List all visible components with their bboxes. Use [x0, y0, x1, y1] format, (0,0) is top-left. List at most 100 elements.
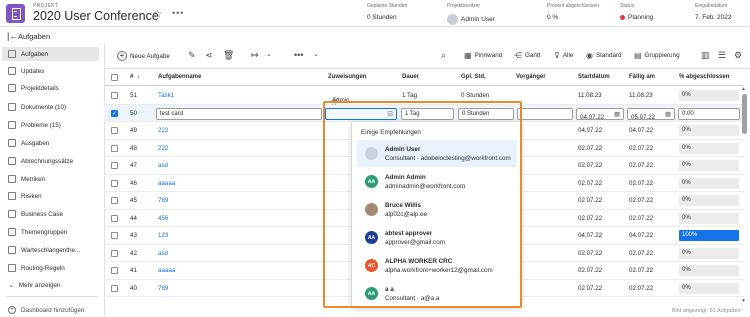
col-percent[interactable]: % abgeschlossen — [679, 74, 729, 80]
share-icon[interactable]: ⋖ — [205, 50, 213, 61]
due-date-input[interactable]: 05.07.22 ▦ — [627, 107, 675, 121]
sidebar-item-business-case[interactable]: Business Case — [2, 207, 99, 221]
task-link[interactable]: 789 — [158, 197, 168, 204]
edit-icon[interactable]: ✎ — [188, 50, 196, 61]
task-link[interactable]: aaaaa — [158, 180, 175, 187]
start-date-input[interactable]: 04.07.22 ▦ — [576, 107, 624, 121]
duration-input[interactable]: 1 Tag — [401, 107, 454, 120]
col-start[interactable]: Startdatum — [578, 74, 610, 80]
sidebar-item-probleme[interactable]: Probleme (15) — [2, 118, 99, 132]
row-checkbox[interactable] — [111, 179, 118, 187]
columns-icon[interactable]: ▥ — [701, 50, 710, 61]
sidebar-item-metriken[interactable]: Metriken — [2, 172, 99, 186]
task-link[interactable]: 789 — [158, 285, 168, 292]
sidebar-item-updates[interactable]: Updates — [2, 64, 99, 78]
scroll-up-icon[interactable]: ▲ — [741, 86, 746, 92]
suggestion-option[interactable]: AA abtest approver approver@gmail.com — [357, 224, 517, 251]
meta-owner[interactable]: Projektbesitzer Admin User — [447, 3, 495, 25]
select-all-checkbox[interactable] — [111, 74, 118, 81]
scroll-thumb[interactable] — [742, 94, 747, 134]
move-icon[interactable]: ↦ — [251, 50, 259, 61]
percent-field[interactable]: 0% — [679, 282, 739, 294]
list-icon[interactable]: ☰ — [718, 50, 726, 61]
sidebar-item-abrechnungssaetze[interactable]: Abrechnungssätze — [2, 154, 99, 168]
task-link[interactable]: asd — [158, 162, 168, 169]
percent-field[interactable]: 0% — [679, 195, 739, 206]
percent-field[interactable]: 0% — [679, 212, 739, 224]
more-options-icon[interactable]: ••• — [172, 8, 184, 18]
more-options-icon[interactable]: ••• — [294, 50, 303, 60]
task-link[interactable]: 222 — [158, 145, 168, 152]
percent-field[interactable]: 100% — [679, 230, 739, 241]
sidebar-item-themengruppen[interactable]: Themengruppen — [2, 225, 99, 239]
col-predecessor[interactable]: Vorgänger — [516, 74, 546, 80]
star-icon[interactable]: ☆ — [152, 7, 163, 21]
gantt-button[interactable]: ⋲ Gantt — [514, 51, 540, 60]
row-checkbox[interactable] — [111, 214, 118, 222]
sidebar-item-risiken[interactable]: Risiken — [2, 189, 99, 203]
col-num[interactable]: # — [130, 74, 133, 80]
sidebar-item-warteschlangen[interactable]: Warteschlangenthe... — [2, 243, 99, 257]
row-checkbox[interactable] — [111, 92, 118, 99]
calendar-icon[interactable]: ▦ — [665, 110, 671, 118]
col-assign[interactable]: Zuweisungen — [328, 74, 366, 80]
sidebar-item-projektdetails[interactable]: Projektdetails — [2, 81, 99, 95]
row-checkbox[interactable] — [111, 267, 118, 274]
filter-button[interactable]: ⊽ Alle — [554, 51, 573, 60]
row-checkbox[interactable] — [111, 197, 118, 204]
suggestion-option[interactable]: AC ALPHA WORKER CRC alpha.workfront+worke… — [357, 252, 517, 279]
col-due[interactable]: Fällig am — [629, 74, 655, 80]
sidebar-item-dokumente[interactable]: Dokumente (10) — [2, 100, 99, 114]
task-link[interactable]: 123 — [158, 232, 168, 239]
chevron-down-icon[interactable]: ⌄ — [266, 50, 272, 58]
row-checkbox[interactable] — [111, 162, 118, 169]
task-link[interactable]: 456 — [158, 215, 168, 222]
view-button[interactable]: ◉ Standard — [586, 51, 622, 60]
sidebar-item-mehr-anzeigen[interactable]: ⌄ Mehr anzeigen — [2, 278, 99, 292]
sidebar-item-routing-regeln[interactable]: Routing-Regeln — [2, 261, 99, 275]
col-name[interactable]: Aufgabenname — [158, 74, 201, 80]
suggestion-option[interactable]: AA Admin Admin adminadmin@workfront.com — [357, 168, 517, 195]
table-row[interactable]: 51 Task1 Admin User 1 Tag 0 Stunden 11.0… — [104, 87, 744, 111]
task-link[interactable]: Task1 — [158, 92, 174, 99]
assignment-input[interactable]: ⊟ — [325, 107, 397, 120]
row-checkbox[interactable] — [111, 127, 118, 134]
add-dashboard-button[interactable]: + Dashboard hinzufügen — [2, 303, 99, 317]
row-checkbox[interactable] — [111, 249, 118, 257]
grouping-button[interactable]: ▤ Gruppierung — [634, 51, 680, 60]
collapse-icon[interactable]: |← — [7, 31, 18, 41]
new-task-button[interactable]: + Neue Aufgabe — [117, 51, 170, 61]
scrollbar[interactable]: ▲ ▼ — [741, 86, 748, 306]
task-name-input[interactable]: test card — [156, 107, 322, 120]
task-link[interactable]: aaaaa — [158, 267, 175, 274]
suggestion-option[interactable]: Admin User Consultant · adobeloctesting@w… — [357, 140, 517, 167]
task-link[interactable]: 222 — [158, 127, 168, 134]
planned-hours-input[interactable]: 0 Stunden — [458, 107, 514, 120]
col-planned[interactable]: Gpl. Std. — [461, 74, 486, 80]
percent-field[interactable]: 0% — [679, 265, 739, 276]
percent-field[interactable]: 0% — [679, 177, 739, 189]
percent-input[interactable]: 0.00 — [678, 107, 740, 120]
settings-icon[interactable]: ⚙ — [734, 50, 742, 61]
task-link[interactable]: asd — [158, 250, 168, 257]
percent-field[interactable]: 0% — [679, 125, 739, 136]
percent-field[interactable]: 0% — [679, 90, 739, 101]
sidebar-item-aufgaben[interactable]: Aufgaben — [2, 47, 99, 61]
search-icon[interactable]: ⌕ — [441, 50, 446, 61]
sidebar-item-ausgaben[interactable]: Ausgaben — [2, 136, 99, 150]
predecessor-input[interactable] — [517, 107, 573, 120]
percent-field[interactable]: 0% — [679, 247, 739, 259]
row-checkbox[interactable] — [111, 109, 118, 117]
row-checkbox[interactable] — [111, 232, 118, 239]
sort-icon[interactable]: ↓ — [137, 74, 140, 80]
pinnwand-button[interactable]: ▦ Pinnwand — [464, 51, 502, 60]
suggestion-option[interactable]: Bruce Willis alp02c@alp.ee — [357, 196, 517, 223]
row-checkbox[interactable] — [111, 144, 118, 152]
table-row-editing[interactable]: 50 test card ⊟ 1 Tag 0 Stunden 04.07.22▦… — [104, 104, 744, 122]
meta-status[interactable]: Status Planning — [620, 3, 653, 21]
row-checkbox[interactable] — [111, 284, 118, 292]
col-duration[interactable]: Dauer — [402, 74, 419, 80]
percent-field[interactable]: 0% — [679, 142, 739, 154]
calendar-icon[interactable]: ▦ — [614, 110, 620, 118]
chevron-down-icon[interactable]: ⌄ — [313, 50, 319, 58]
